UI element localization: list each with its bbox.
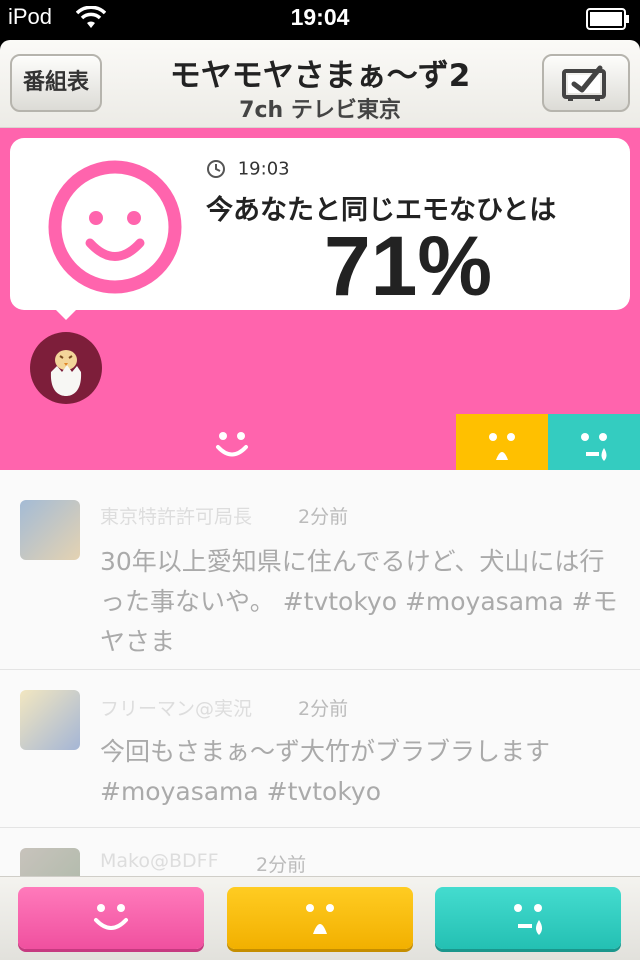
channel-label: 7ch テレビ東京: [239, 98, 401, 123]
tweet-user: 東京特許許可局長: [100, 506, 253, 528]
smile-face-icon: [94, 904, 128, 930]
tweet-item[interactable]: 東京特許許可局長 2分前 30年以上愛知県に住んでるけど、犬山には行った事ないや…: [0, 470, 640, 670]
status-bar: iPod 19:04: [0, 0, 640, 40]
tweet-time: 2分前: [298, 698, 349, 720]
tweet-avatar: [20, 848, 80, 876]
mood-panel: 19:03 今あなたと同じエモなひとは 71%: [0, 128, 640, 470]
tweet-avatar: [20, 500, 80, 560]
clock-icon: [207, 160, 225, 178]
tweet-time: 2分前: [298, 506, 349, 528]
mood-card: 19:03 今あなたと同じエモなひとは 71%: [10, 138, 630, 313]
tweet-text: 30年以上愛知県に住んでるけど、犬山には行った事ないや。 #tvtokyo #m…: [100, 547, 618, 656]
surprised-share-bar: [456, 414, 548, 470]
surprised-face-icon: [489, 433, 515, 460]
tweet-user: フリーマン@実況: [100, 698, 253, 720]
tweet-avatar: [20, 690, 80, 750]
checkin-button[interactable]: [542, 54, 630, 112]
mood-percent: 71%: [323, 219, 493, 313]
bubble-tail: [52, 306, 80, 320]
emotion-toolbar: [0, 876, 640, 960]
tweet-item[interactable]: フリーマン@実況 2分前 今回もさまぁ〜ず大竹がブラブラします #moyasam…: [0, 670, 640, 828]
tweet-item[interactable]: Mako@BDFF 2分前: [0, 828, 640, 876]
surprised-face-icon: [306, 904, 334, 934]
mood-time-text: 19:03: [237, 158, 290, 180]
tweet-feed[interactable]: 東京特許許可局長 2分前 30年以上愛知県に住んでるけど、犬山には行った事ないや…: [0, 470, 640, 876]
tweet-time: 2分前: [256, 854, 307, 876]
program-guide-button[interactable]: 番組表: [10, 54, 102, 112]
program-title: モヤモヤさまぁ〜ず2: [169, 58, 471, 94]
crying-face-icon: [514, 904, 542, 935]
crying-face-icon: [581, 433, 607, 461]
happy-button[interactable]: [18, 887, 204, 949]
tweet-text: 今回もさまぁ〜ず大竹がブラブラします #moyasama #tvtokyo: [100, 737, 551, 806]
battery-icon: [586, 8, 630, 30]
status-time: 19:04: [290, 4, 350, 30]
tweet-user: Mako@BDFF: [100, 850, 219, 872]
user-avatar[interactable]: [30, 332, 102, 404]
sad-share-bar: [548, 414, 640, 470]
smile-face-icon: [216, 432, 248, 457]
tv-check-icon: [562, 65, 606, 101]
nav-bar: 番組表 モヤモヤさまぁ〜ず2 7ch テレビ東京: [0, 40, 640, 128]
chick-egg-icon: [50, 350, 82, 396]
big-smile-face-icon: [48, 160, 182, 294]
surprised-button[interactable]: [227, 887, 413, 949]
mood-timestamp: 19:03: [206, 158, 290, 180]
sad-button[interactable]: [435, 887, 621, 949]
